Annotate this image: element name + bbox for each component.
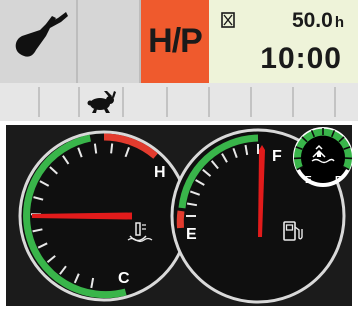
indicator-slot (0, 87, 40, 117)
power-mode-indicator: H/P (141, 0, 209, 83)
hour-meter-unit: h (334, 14, 344, 31)
hour-meter-clock-panel: 50.0 h 10:00 (209, 0, 358, 83)
gauge-tick (93, 143, 98, 154)
indicator-slot (40, 87, 80, 117)
hour-meter: 50.0 h (292, 9, 344, 33)
gauges-svg: H C F E E F (18, 127, 352, 304)
coolant-high-label: H (154, 164, 166, 181)
indicator-strip (0, 83, 358, 121)
fuel-empty-label: E (186, 226, 197, 243)
def-full-label: F (335, 175, 341, 186)
hour-meter-value: 50.0 (291, 9, 333, 32)
def-empty-label: E (305, 175, 312, 186)
power-mode-label: H/P (148, 22, 203, 60)
empty-indicator-cell (78, 0, 141, 83)
coolant-temperature-gauge: H C (18, 130, 190, 302)
rabbit-icon (87, 91, 116, 113)
excavator-bucket-icon (15, 12, 69, 57)
coolant-low-label: C (118, 270, 130, 287)
fuel-red-arc (176, 210, 185, 229)
top-status-bar: H/P 50.0 h 10:00 (0, 0, 358, 83)
engine-speed-indicator (80, 87, 124, 117)
indicator-slot (210, 87, 252, 117)
indicator-slot (336, 87, 358, 117)
indicator-slot (168, 87, 210, 117)
indicator-slot (252, 87, 294, 117)
hourglass-icon (221, 12, 235, 28)
monitor-screen: H/P 50.0 h 10:00 H C F E E F (0, 0, 358, 311)
fuel-full-label: F (272, 148, 282, 165)
def-level-gauge: E F (293, 127, 352, 187)
clock-display: 10:00 (260, 42, 342, 75)
gauge-panel: H C F E E F (6, 125, 352, 306)
gauge-tick (110, 143, 114, 154)
indicator-slot (294, 87, 336, 117)
indicator-slot (124, 87, 168, 117)
work-mode-cell (0, 0, 78, 83)
